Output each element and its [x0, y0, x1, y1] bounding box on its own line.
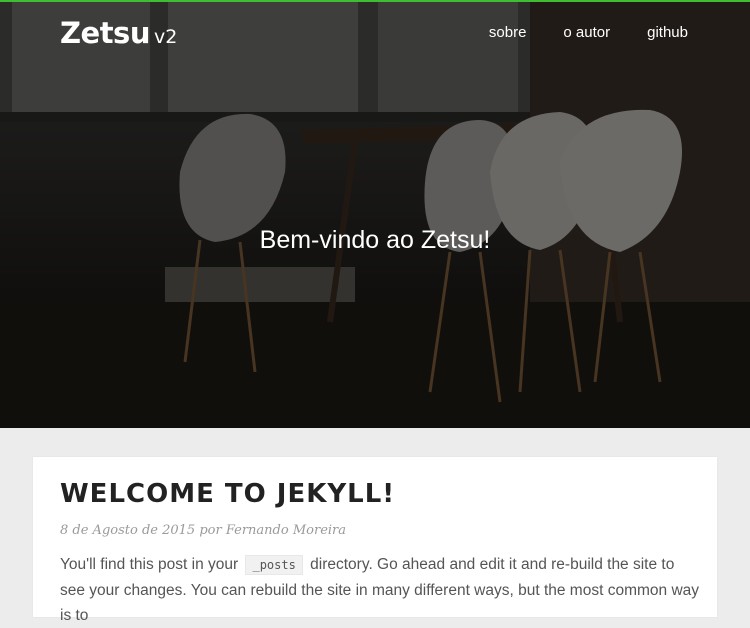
brand-name: Zetsu	[60, 16, 150, 50]
nav-link-sobre[interactable]: sobre	[489, 24, 527, 41]
post-card: WELCOME TO JEKYLL! 8 de Agosto de 2015 p…	[33, 457, 717, 624]
hero-banner: Zetsu v2 sobre o autor github Bem-vindo a…	[0, 2, 750, 428]
post-title-link[interactable]: WELCOME TO JEKYLL!	[60, 479, 395, 509]
inline-code-posts: _posts	[245, 555, 303, 575]
post-excerpt: You'll find this post in your _posts dir…	[60, 552, 700, 628]
brand-version: v2	[153, 26, 178, 48]
post-by-label: por	[199, 523, 222, 538]
navbar: Zetsu v2 sobre o autor github	[0, 2, 750, 72]
nav-menu: sobre o autor github	[452, 24, 688, 41]
excerpt-text-start: You'll find this post in your	[60, 556, 239, 573]
hero-title: Bem-vindo ao Zetsu!	[259, 225, 491, 254]
nav-link-o-autor[interactable]: o autor	[563, 24, 610, 41]
nav-link-github[interactable]: github	[647, 24, 688, 41]
post-author: Fernando Moreira	[225, 523, 347, 538]
site-brand[interactable]: Zetsu v2	[60, 16, 177, 50]
post-date: 8 de Agosto de 2015	[60, 523, 196, 538]
post-meta: 8 de Agosto de 2015 por Fernando Moreira	[60, 523, 346, 538]
